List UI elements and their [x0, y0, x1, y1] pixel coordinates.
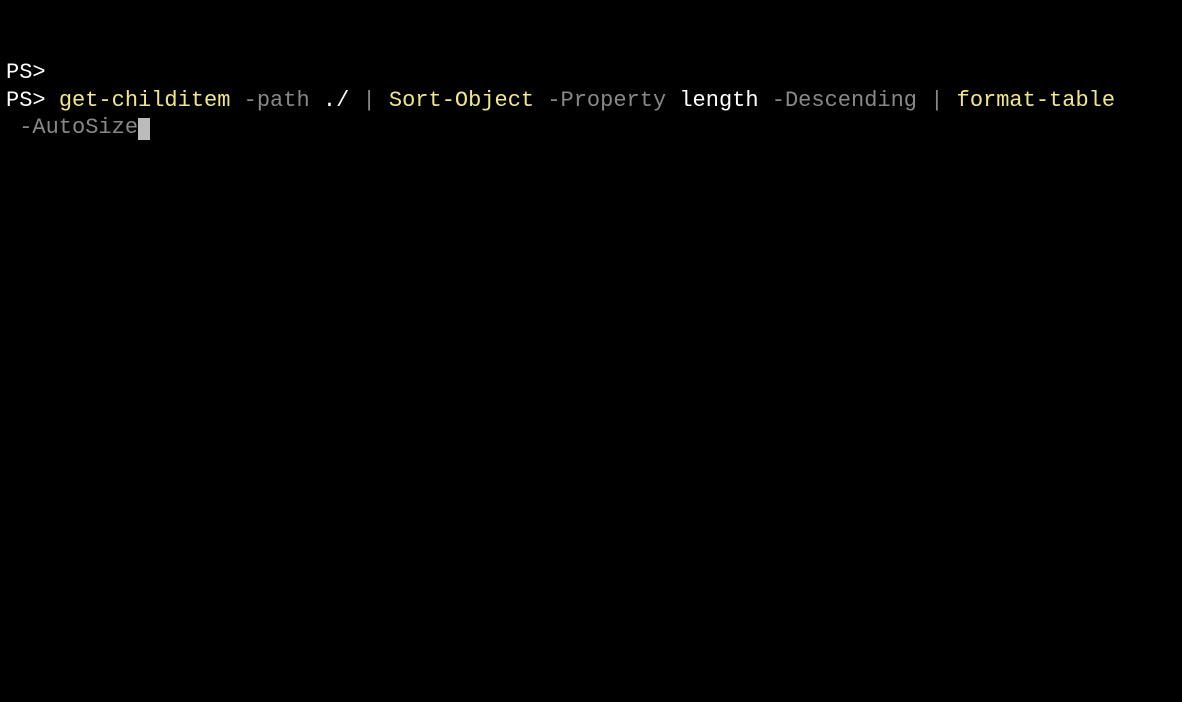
space [759, 88, 772, 113]
parameter-token: -Property [547, 88, 666, 113]
space [349, 88, 362, 113]
argument-token: length [679, 88, 758, 113]
space [917, 88, 930, 113]
terminal-window[interactable]: PS>PS> get-childitem -path ./ | Sort-Obj… [6, 4, 1176, 169]
space [46, 88, 59, 113]
argument-token: ./ [323, 88, 349, 113]
cursor-block [138, 118, 150, 140]
terminal-line-empty: PS> [6, 59, 1176, 87]
prompt: PS> [6, 60, 46, 85]
space [310, 88, 323, 113]
cmdlet-token: get-childitem [59, 88, 231, 113]
space [943, 88, 956, 113]
space [376, 88, 389, 113]
space [534, 88, 547, 113]
space [666, 88, 679, 113]
cmdlet-token: Sort-Object [389, 88, 534, 113]
cmdlet-token: format-table [957, 88, 1115, 113]
space [6, 115, 19, 140]
parameter-token: -path [244, 88, 310, 113]
parameter-token: -AutoSize [19, 115, 138, 140]
terminal-line-command: PS> get-childitem -path ./ | Sort-Object… [6, 87, 1176, 115]
pipe-operator: | [362, 88, 375, 113]
parameter-token: -Descending [772, 88, 917, 113]
pipe-operator: | [930, 88, 943, 113]
space [230, 88, 243, 113]
prompt: PS> [6, 88, 46, 113]
terminal-line-wrap: -AutoSize [6, 114, 1176, 142]
